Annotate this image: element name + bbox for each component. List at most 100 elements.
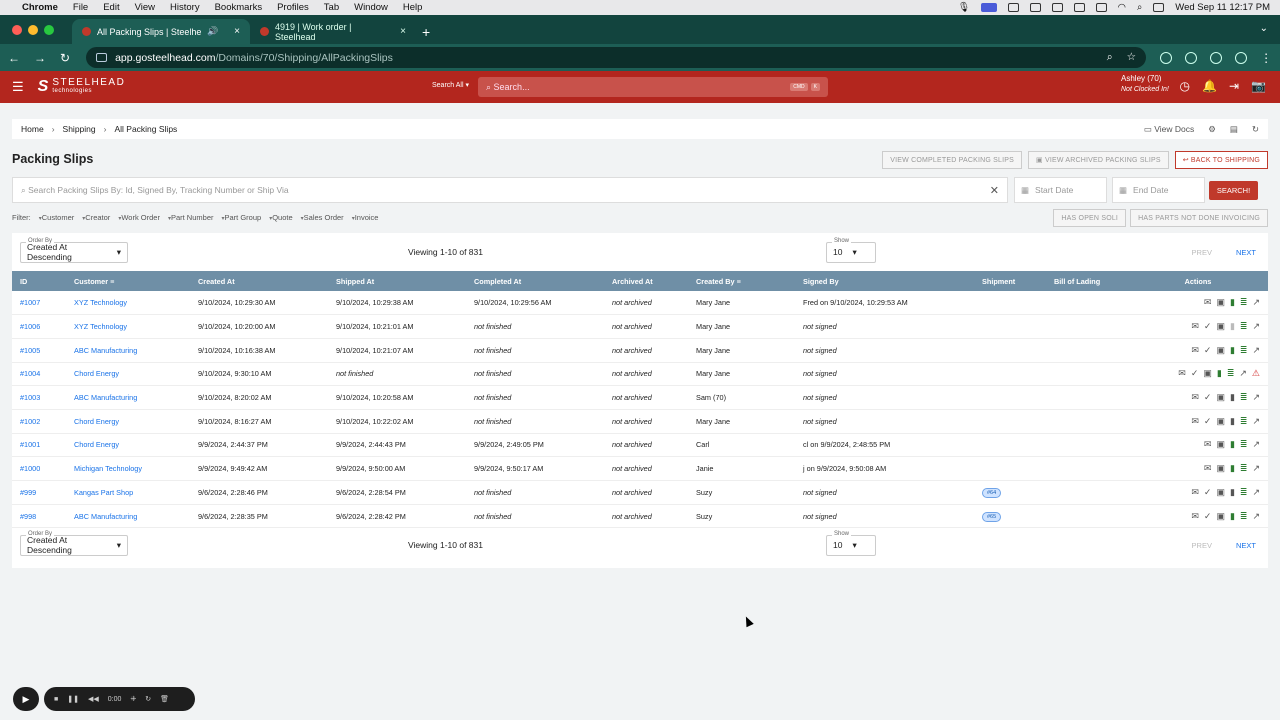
user-info[interactable]: Ashley (70) Not Clocked In! bbox=[1121, 74, 1169, 95]
col-created-at[interactable]: Created At bbox=[190, 271, 328, 291]
shipment-badge[interactable]: #65 bbox=[982, 511, 1002, 522]
open-external-icon[interactable]: ↗ bbox=[1252, 487, 1260, 498]
search-button[interactable]: SEARCH! bbox=[1209, 181, 1258, 200]
zoom-window-button[interactable] bbox=[44, 25, 54, 35]
control-center-icon[interactable] bbox=[1153, 3, 1165, 12]
minimize-window-button[interactable] bbox=[28, 25, 38, 35]
table-row[interactable]: #1003 ABC Manufacturing 9/10/2024, 8:20:02… bbox=[12, 385, 1268, 410]
table-row[interactable]: #1002 Chord Energy 9/10/2024, 8:16:27 AM 9/… bbox=[12, 409, 1268, 434]
settings-gear-icon[interactable]: ⚙ bbox=[1208, 124, 1216, 135]
cell-id[interactable]: #998 bbox=[12, 504, 66, 529]
camera-icon[interactable]: 📷 bbox=[1251, 79, 1266, 93]
filter-invoice[interactable]: Invoice bbox=[352, 213, 379, 222]
cell-customer[interactable]: ABC Manufacturing bbox=[66, 385, 190, 410]
complete-check-icon[interactable]: ✓ bbox=[1204, 416, 1212, 427]
filter-icon[interactable]: ≡ bbox=[110, 277, 114, 286]
refresh-icon[interactable]: ↻ bbox=[1252, 124, 1259, 135]
parts-not-invoiced-toggle[interactable]: HAS PARTS NOT DONE INVOICING bbox=[1130, 209, 1268, 227]
steelhead-logo[interactable]: S STEELHEAD technologies bbox=[38, 78, 126, 96]
comments-icon[interactable]: ▤ bbox=[1230, 124, 1238, 135]
rewind-icon[interactable]: ◀◀ bbox=[88, 695, 99, 703]
complete-check-icon[interactable]: ✓ bbox=[1204, 392, 1212, 403]
pdf-document-icon[interactable]: ▮ bbox=[1230, 392, 1235, 403]
cell-id[interactable]: #1006 bbox=[12, 314, 66, 339]
email-icon[interactable]: ✉ bbox=[1191, 345, 1199, 356]
close-tab-icon[interactable]: × bbox=[234, 26, 240, 37]
cell-id[interactable]: #1004 bbox=[12, 362, 66, 387]
list-icon[interactable]: ≣ bbox=[1240, 392, 1248, 403]
menu-history[interactable]: History bbox=[170, 2, 200, 13]
pause-icon[interactable]: ❚❚ bbox=[67, 695, 79, 703]
menu-help[interactable]: Help bbox=[403, 2, 423, 13]
has-open-soli-toggle[interactable]: HAS OPEN SOLI bbox=[1053, 209, 1127, 227]
back-to-shipping-button[interactable]: ↩ BACK TO SHIPPING bbox=[1174, 151, 1268, 169]
search-scope-select[interactable]: Search All ▾ bbox=[432, 81, 469, 89]
open-external-icon[interactable]: ↗ bbox=[1252, 439, 1260, 450]
start-date-input[interactable]: ▦ Start Date bbox=[1014, 177, 1107, 203]
order-by-select[interactable]: Order By Created At Descending ▾ bbox=[20, 237, 128, 263]
browser-tab-active[interactable]: All Packing Slips | Steelhe 🔊 × bbox=[72, 19, 250, 44]
cell-customer[interactable]: Kangas Part Shop bbox=[66, 480, 190, 505]
menu-app[interactable]: Chrome bbox=[22, 2, 58, 13]
open-external-icon[interactable]: ↗ bbox=[1239, 368, 1247, 379]
menu-hamburger-icon[interactable]: ☰ bbox=[12, 79, 24, 95]
extensions-puzzle-icon[interactable] bbox=[1210, 51, 1223, 64]
open-external-icon[interactable]: ↗ bbox=[1252, 297, 1260, 308]
status-icon[interactable] bbox=[1029, 3, 1041, 12]
open-external-icon[interactable]: ↗ bbox=[1252, 345, 1260, 356]
archive-icon[interactable]: ▣ bbox=[1216, 439, 1225, 450]
table-row[interactable]: #998 ABC Manufacturing 9/6/2024, 2:28:35 P… bbox=[12, 504, 1268, 529]
archive-icon[interactable]: ▣ bbox=[1216, 416, 1225, 427]
logout-icon[interactable]: ⇥ bbox=[1229, 79, 1239, 93]
complete-check-icon[interactable]: ✓ bbox=[1204, 511, 1212, 522]
table-row[interactable]: #1001 Chord Energy 9/9/2024, 2:44:37 PM 9/9… bbox=[12, 433, 1268, 458]
cell-id[interactable]: #999 bbox=[12, 480, 66, 505]
warning-icon[interactable]: ⚠ bbox=[1252, 368, 1260, 379]
browser-tab[interactable]: 4919 | Work order | Steelhead × bbox=[250, 19, 416, 44]
menubar-clock[interactable]: Wed Sep 11 12:17 PM bbox=[1175, 2, 1270, 13]
filter-quote[interactable]: Quote bbox=[269, 213, 292, 222]
status-icon[interactable] bbox=[1051, 3, 1063, 12]
pdf-document-icon[interactable]: ▮ bbox=[1230, 463, 1235, 474]
forward-arrow-icon[interactable]: → bbox=[34, 51, 46, 65]
filter-icon[interactable]: ≡ bbox=[737, 277, 741, 286]
archive-icon[interactable]: ▣ bbox=[1216, 487, 1225, 498]
spotlight-icon[interactable]: ⌕ bbox=[1137, 2, 1142, 13]
next-page-button[interactable]: NEXT bbox=[1236, 541, 1256, 550]
cell-id[interactable]: #1007 bbox=[12, 291, 66, 316]
col-id[interactable]: ID bbox=[12, 271, 66, 291]
show-count-select[interactable]: Show 10 ▾ bbox=[826, 530, 876, 556]
open-external-icon[interactable]: ↗ bbox=[1252, 321, 1260, 332]
col-created-by[interactable]: Created By ≡ bbox=[688, 271, 795, 291]
order-by-select[interactable]: Order By Created At Descending ▾ bbox=[20, 530, 128, 556]
cell-customer[interactable]: Chord Energy bbox=[66, 409, 190, 434]
col-customer[interactable]: Customer ≡ bbox=[66, 271, 190, 291]
cell-id[interactable]: #1001 bbox=[12, 433, 66, 458]
pdf-document-icon[interactable]: ▮ bbox=[1230, 439, 1235, 450]
filter-customer[interactable]: Customer bbox=[39, 213, 75, 222]
view-archived-button[interactable]: ▣ VIEW ARCHIVED PACKING SLIPS bbox=[1027, 151, 1169, 169]
archive-icon[interactable]: ▣ bbox=[1216, 392, 1225, 403]
shipment-badge[interactable]: #64 bbox=[982, 487, 1002, 498]
col-archived-at[interactable]: Archived At bbox=[604, 271, 688, 291]
email-icon[interactable]: ✉ bbox=[1191, 392, 1199, 403]
drag-handle-icon[interactable]: ⁜ bbox=[130, 695, 136, 703]
filter-part-group[interactable]: Part Group bbox=[221, 213, 262, 222]
table-row[interactable]: #1007 XYZ Technology 9/10/2024, 10:29:30 A… bbox=[12, 291, 1268, 316]
open-external-icon[interactable]: ↗ bbox=[1252, 392, 1260, 403]
global-search-input[interactable]: ⌕ Search... CMD K bbox=[478, 77, 828, 97]
archive-icon[interactable]: ▣ bbox=[1216, 297, 1225, 308]
archive-icon[interactable]: ▣ bbox=[1216, 463, 1225, 474]
view-completed-button[interactable]: VIEW COMPLETED PACKING SLIPS bbox=[882, 151, 1022, 169]
menu-edit[interactable]: Edit bbox=[103, 2, 119, 13]
cell-customer[interactable]: XYZ Technology bbox=[66, 291, 190, 316]
zoom-icon[interactable]: ⌕ bbox=[1107, 51, 1113, 64]
email-icon[interactable]: ✉ bbox=[1191, 511, 1199, 522]
filter-sales-order[interactable]: Sales Order bbox=[301, 213, 344, 222]
email-icon[interactable]: ✉ bbox=[1191, 321, 1199, 332]
time-clock-icon[interactable]: ◷ bbox=[1180, 79, 1190, 93]
col-shipped-at[interactable]: Shipped At bbox=[328, 271, 466, 291]
email-icon[interactable]: ✉ bbox=[1204, 439, 1212, 450]
status-icon[interactable] bbox=[1007, 3, 1019, 12]
pdf-document-icon[interactable]: ▮ bbox=[1230, 297, 1235, 308]
